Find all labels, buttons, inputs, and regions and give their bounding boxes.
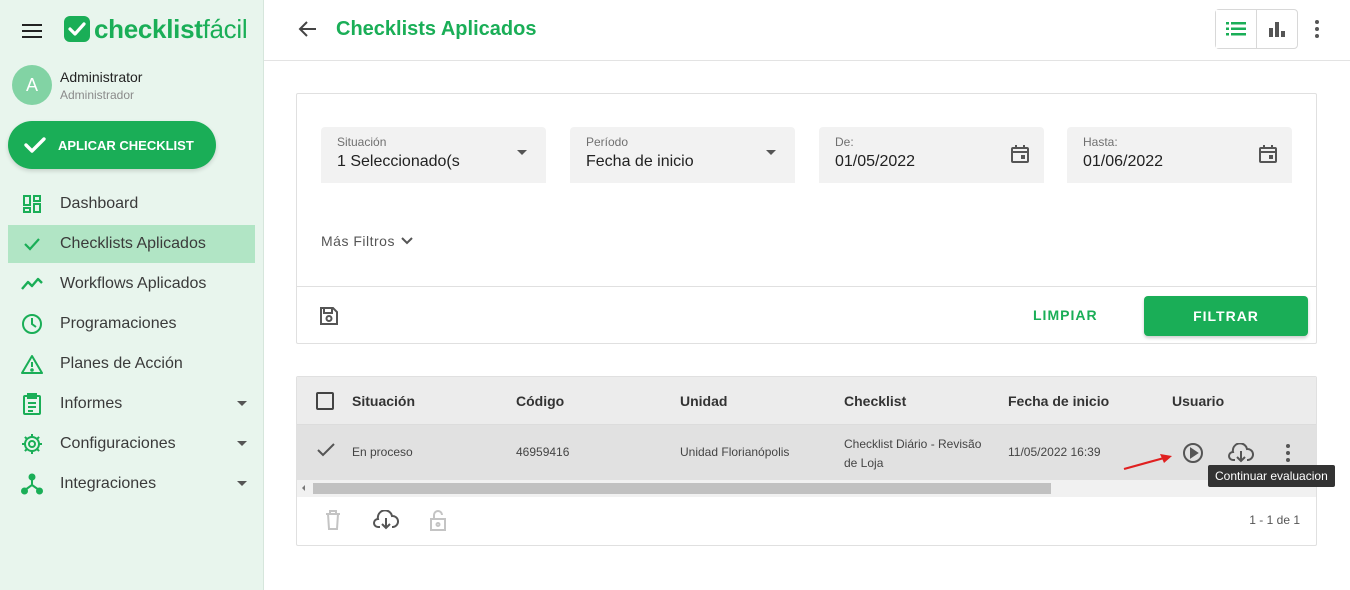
sidebar-item-workflows-aplicados[interactable]: Workflows Aplicados [8,265,255,303]
apply-filters-button[interactable]: FILTRAR [1144,296,1308,336]
user-role: Administrador [60,87,135,102]
logo-check-icon [64,16,90,42]
dropdown-arrow-icon [766,150,776,155]
horizontal-scrollbar[interactable] [297,480,1316,497]
column-header[interactable]: Fecha de inicio [1008,393,1109,409]
avatar: A [12,65,52,105]
gear-icon [20,432,44,456]
pagination-info: 1 - 1 de 1 [1249,513,1300,527]
column-header[interactable]: Checklist [844,393,906,409]
check-icon [24,137,46,153]
clear-filters-button[interactable]: LIMPIAR [1033,307,1098,323]
column-header[interactable]: Usuario [1172,393,1224,409]
scrollbar-thumb[interactable] [313,483,1051,494]
scroll-left-arrow-icon[interactable] [302,485,305,491]
cloud-download-icon[interactable] [373,509,399,535]
filter-panel: Situación 1 Seleccionado(s Período Fecha… [296,93,1317,344]
sidebar-item-informes[interactable]: Informes [8,385,255,423]
sidebar-item-integraciones[interactable]: Integraciones [8,465,255,503]
cell-fecha: 11/05/2022 16:39 [1008,445,1101,459]
dropdown-arrow-icon [517,150,527,155]
unlock-icon[interactable] [429,510,447,536]
hub-icon [20,472,44,496]
more-filters-toggle[interactable]: Más Filtros [321,233,413,249]
continue-play-icon[interactable] [1182,442,1204,469]
warning-icon [20,352,44,376]
date-from-field[interactable]: De: 01/05/2022 [819,127,1044,183]
cell-situacion: En proceso [352,445,413,459]
view-toggle [1215,9,1298,49]
more-options-icon[interactable] [1314,19,1320,44]
chevron-down-icon [237,481,247,486]
chart-view-icon[interactable] [1257,10,1298,48]
delete-icon[interactable] [325,510,341,535]
dashboard-icon [20,192,44,216]
column-header[interactable]: Situación [352,393,415,409]
cell-codigo: 46959416 [516,445,570,459]
user-profile[interactable]: A Administrator Administrador [12,65,142,105]
list-view-icon[interactable] [1216,10,1257,48]
clock-icon [20,312,44,336]
filter-actions: LIMPIAR FILTRAR [297,286,1316,344]
calendar-icon[interactable] [1010,144,1030,169]
sidebar-item-checklists-aplicados[interactable]: Checklists Aplicados [8,225,255,263]
chevron-down-icon [237,441,247,446]
apply-checklist-button[interactable]: APLICAR CHECKLIST [8,121,216,169]
date-to-field[interactable]: Hasta: 01/06/2022 [1067,127,1292,183]
cell-checklist: Checklist Diário - Revisão de Loja [844,437,982,470]
sidebar-item-configuraciones[interactable]: Configuraciones [8,425,255,463]
sidebar-item-dashboard[interactable]: Dashboard [8,185,255,223]
back-arrow-icon[interactable] [298,19,318,44]
annotation-arrow-icon [1122,452,1174,477]
hamburger-menu-icon[interactable] [22,24,42,38]
select-all-checkbox[interactable] [316,392,334,410]
top-bar: Checklists Aplicados [264,0,1350,61]
periodo-select[interactable]: Período Fecha de inicio [570,127,795,183]
trending-icon [20,272,44,296]
user-name: Administrator [60,68,143,85]
calendar-icon[interactable] [1258,144,1278,169]
save-icon[interactable] [319,306,339,331]
column-header[interactable]: Unidad [680,393,727,409]
column-header[interactable]: Código [516,393,564,409]
chevron-down-icon [401,237,413,245]
brand-logo[interactable]: checklistfácil [64,13,248,45]
chevron-down-icon [237,401,247,406]
cell-unidad: Unidad Florianópolis [680,445,790,459]
logo-text: checklistfácil [94,13,248,44]
sidebar-nav: Dashboard Checklists Aplicados Workflows… [8,185,255,505]
page-title: Checklists Aplicados [336,18,537,40]
sidebar: checklistfácil A Administrator Administr… [0,0,264,590]
tooltip: Continuar evaluacion [1208,465,1335,487]
clipboard-icon [20,392,44,416]
situacion-select[interactable]: Situación 1 Seleccionado(s [321,127,546,183]
sidebar-item-planes-de-accion[interactable]: Planes de Acción [8,345,255,383]
check-icon [20,232,44,256]
table-header: Situación Código Unidad Checklist Fecha … [297,377,1316,425]
sidebar-item-programaciones[interactable]: Programaciones [8,305,255,343]
status-check-icon [316,442,336,461]
